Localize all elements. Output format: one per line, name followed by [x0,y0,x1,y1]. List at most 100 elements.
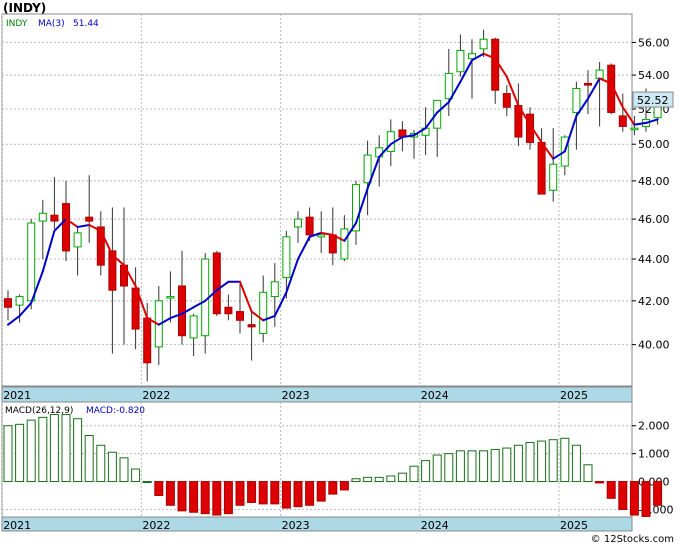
price-tick-label: 48.00 [638,175,670,188]
macd-bar [26,419,36,483]
macd-bar [618,481,628,510]
candle-body [27,222,36,302]
macd-bar [96,444,106,483]
price-panel [1,13,633,387]
candle-body [317,234,326,238]
price-date-label: 2025 [560,389,588,402]
macd-bar [339,481,349,491]
macd-bar [15,423,25,483]
macd-bar [397,472,407,483]
macd-bar [421,460,431,483]
macd-bar [84,434,94,483]
candle-body [143,317,152,364]
price-tick-label: 42.00 [638,295,670,308]
candle-body [456,49,465,73]
macd-bar [142,481,152,484]
macd-bar [73,418,83,483]
candle-body [73,232,82,248]
candle-body [62,203,70,252]
macd-legend-value: MACD:-0.820 [86,406,145,416]
candle-body [178,285,186,337]
price-legend-ma-label: MA(3) [38,19,65,29]
candle-body [584,82,592,86]
macd-legend-label: MACD(26,12,9) [5,406,73,416]
macd-bar [513,444,523,483]
macd-bar [212,481,222,516]
macd-bar [38,416,48,483]
candle-body [294,218,302,228]
candle-body [363,154,372,184]
candle-body [270,281,279,298]
macd-bar [270,481,280,505]
macd-bar [525,441,535,483]
price-date-band [1,386,633,403]
candle-body [502,93,511,108]
macd-bar [374,476,384,483]
macd-date-band [1,516,633,532]
macd-bar [432,454,442,483]
macd-bar [107,451,117,483]
candle-body [491,38,500,91]
price-tick-label: 40.00 [638,339,670,352]
candle-body [340,228,349,260]
macd-date-label: 2023 [282,519,310,532]
price-date-label: 2023 [282,389,310,402]
candle-body [305,216,314,236]
price-date-label: 2024 [421,389,449,402]
macd-bar [247,481,257,503]
candle-body [15,296,24,306]
candle-body [50,214,59,222]
price-tick-label: 50.00 [638,138,670,151]
macd-bar [409,465,419,483]
chart-svg: 40.0042.0044.0046.0048.0050.0052.0054.00… [1,13,674,532]
candle-body [328,234,337,254]
macd-bar [258,481,268,505]
price-tick-label: 46.00 [638,213,670,226]
macd-bar [177,481,187,512]
credit-text: © 12Stocks.com [590,534,674,545]
candle-body [618,115,627,127]
candle-body [444,72,453,100]
macd-bar [444,453,454,483]
candle-body [189,315,198,339]
macd-bar [189,481,199,513]
macd-bar [479,450,489,483]
candle-body [212,252,221,315]
price-tick-label: 54.00 [638,69,670,82]
macd-bar [455,450,465,483]
candle-body [85,216,94,222]
macd-bar [328,481,338,495]
price-date-label: 2022 [142,389,170,402]
macd-bar [235,481,245,506]
macd-bar [316,481,326,502]
macd-bar [49,414,59,483]
macd-bar [386,475,396,483]
macd-bar [490,448,500,483]
macd-bar [595,481,605,484]
macd-bar [502,447,512,483]
macd-bar [467,450,477,483]
macd-bar [653,481,663,506]
macd-bar [305,481,315,506]
chart-container: 40.0042.0044.0046.0048.0050.0052.0054.00… [0,0,680,546]
candle-body [282,236,291,279]
candle-body [4,298,12,308]
macd-bar [606,481,616,499]
candle-body [247,324,256,328]
candle-body [630,127,639,131]
macd-bar [548,439,558,483]
macd-bar [119,457,129,483]
macd-bar [537,440,547,483]
macd-bar [293,481,303,508]
macd-bar [154,481,164,497]
macd-tick-label: 1.000 [638,448,670,461]
macd-date-label: 2024 [421,519,449,532]
price-legend-ma-value: 51.44 [73,19,99,29]
macd-date-label: 2025 [560,519,588,532]
macd-bar [351,478,361,483]
candle-body [572,87,581,113]
candle-body [38,212,47,222]
price-tick-label: 56.00 [638,36,670,49]
last-price-label: 52.52 [637,94,669,107]
macd-bar [3,425,13,483]
